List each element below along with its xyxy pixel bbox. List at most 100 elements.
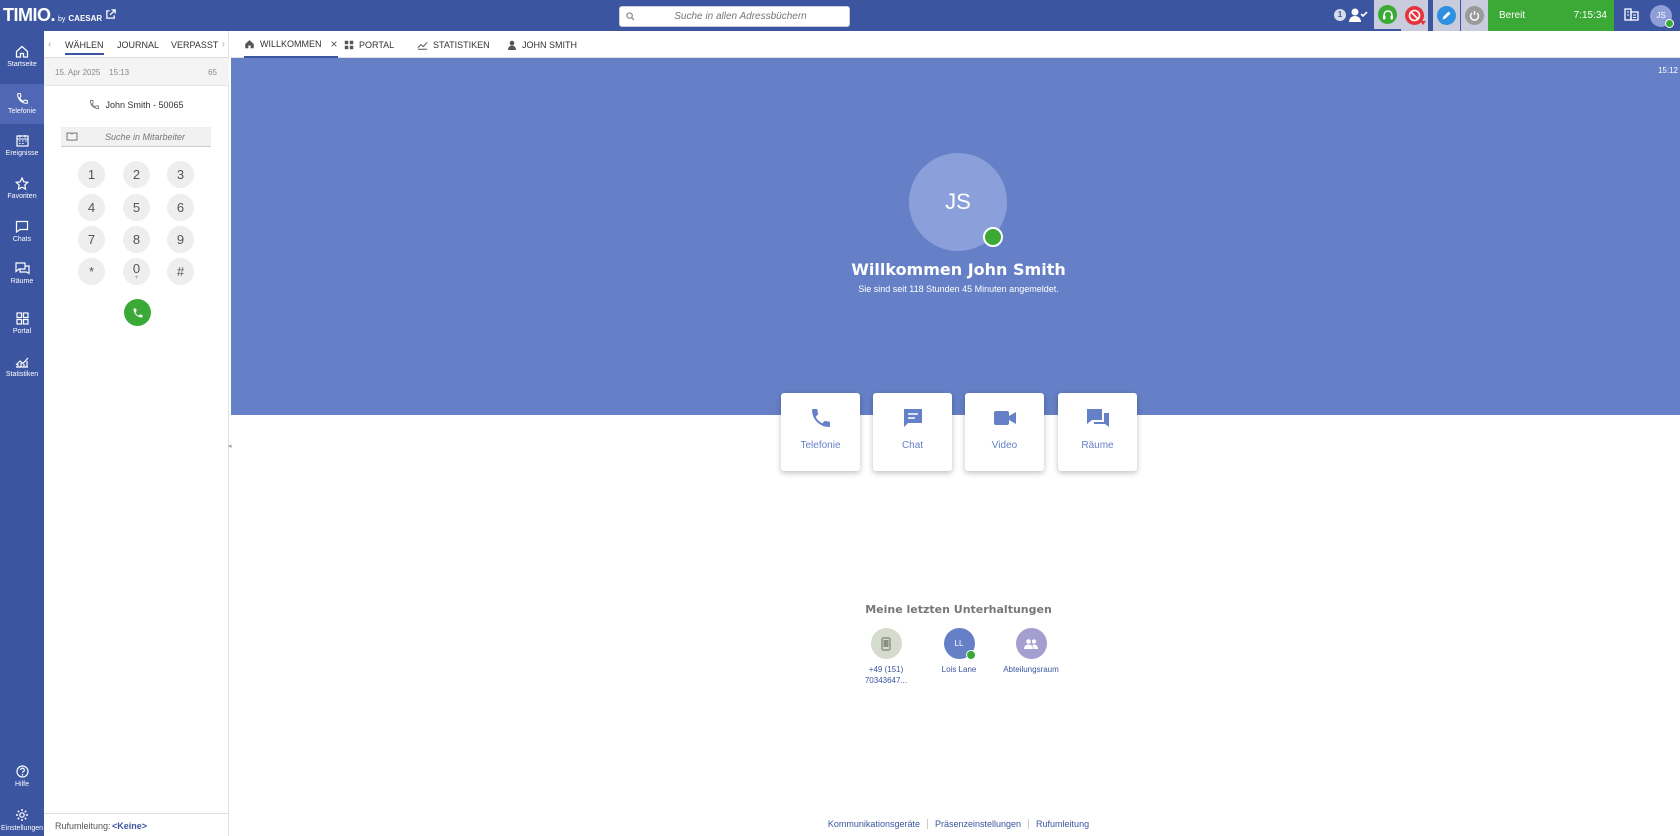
recent-conversation-item[interactable]: LL Lois Lane bbox=[928, 628, 990, 675]
key-1[interactable]: 1 bbox=[78, 161, 105, 188]
nav-label: Startseite bbox=[7, 61, 37, 68]
key-label: 9 bbox=[176, 231, 185, 247]
recent-item-label: +49 (151) 70343647... bbox=[864, 665, 908, 685]
nav-item-statistiken[interactable]: Statistiken bbox=[0, 347, 44, 387]
nav-item-favoriten[interactable]: Favoriten bbox=[0, 169, 44, 209]
key-7[interactable]: 7 bbox=[78, 226, 105, 253]
recent-conversation-item[interactable]: Abteilungsraum bbox=[1000, 628, 1062, 675]
phone-icon bbox=[811, 409, 830, 427]
edit-status-button[interactable] bbox=[1433, 0, 1460, 31]
tab-willkommen[interactable]: WILLKOMMEN × bbox=[244, 31, 338, 58]
welcome-avatar: JS bbox=[909, 153, 1007, 251]
app-logo[interactable]: TIMIO. by CAESAR bbox=[3, 5, 102, 26]
key-label: * bbox=[88, 263, 95, 279]
nav-item-raeume[interactable]: Räume bbox=[0, 254, 44, 294]
key-8[interactable]: 8 bbox=[123, 226, 150, 253]
call-button[interactable] bbox=[124, 299, 151, 326]
link-praesenzeinstellungen[interactable]: Präsenzeinstellungen bbox=[928, 819, 1028, 829]
key-2[interactable]: 2 bbox=[123, 161, 150, 188]
nav-item-portal[interactable]: Portal bbox=[0, 304, 44, 344]
user-avatar[interactable]: JS bbox=[1650, 5, 1674, 28]
nav-item-ereignisse[interactable]: Ereignisse bbox=[0, 126, 44, 166]
tile-label: Video bbox=[991, 440, 1018, 451]
nav-label: Statistiken bbox=[5, 371, 39, 378]
pencil-icon bbox=[1437, 6, 1456, 25]
dial-panel: ‹ WÄHLEN JOURNAL VERPASST › 15. Apr 2025… bbox=[44, 31, 229, 836]
key-6[interactable]: 6 bbox=[167, 194, 194, 221]
key-5[interactable]: 5 bbox=[123, 194, 150, 221]
status-label: Bereit bbox=[1499, 10, 1526, 21]
close-icon[interactable]: × bbox=[331, 37, 338, 51]
headset-button[interactable] bbox=[1374, 0, 1401, 31]
key-label: 7 bbox=[87, 231, 96, 247]
dropdown-arrow-icon[interactable] bbox=[1420, 21, 1426, 25]
welcome-title: Willkommen John Smith bbox=[851, 260, 1066, 279]
do-not-disturb-button[interactable] bbox=[1401, 0, 1428, 31]
key-label: 0 bbox=[132, 260, 141, 276]
key-9[interactable]: 9 bbox=[167, 226, 194, 253]
global-search-input[interactable] bbox=[638, 7, 843, 26]
presence-count-badge: 1 bbox=[1334, 9, 1346, 21]
nav-item-hilfe[interactable]: Hilfe bbox=[0, 757, 44, 797]
online-status-dot bbox=[1665, 19, 1674, 28]
tab-portal[interactable]: PORTAL bbox=[344, 31, 394, 58]
rooms-icon bbox=[1086, 409, 1109, 427]
tab-john-smith[interactable]: JOHN SMITH bbox=[507, 31, 577, 58]
call-forwarding-label: Rufumleitung: bbox=[55, 821, 111, 831]
nav-item-startseite[interactable]: Startseite bbox=[0, 37, 44, 77]
chart-icon bbox=[15, 357, 29, 368]
key-4[interactable]: 4 bbox=[78, 194, 105, 221]
nav-label: Ereignisse bbox=[5, 150, 39, 157]
own-line[interactable]: John Smith - 50065 bbox=[44, 99, 229, 110]
quick-telefonie-button[interactable]: Telefonie bbox=[781, 393, 860, 471]
directory-icon[interactable] bbox=[1624, 8, 1639, 21]
key-star[interactable]: * bbox=[78, 258, 105, 285]
external-link-icon[interactable] bbox=[105, 9, 116, 20]
avatar-initials: JS bbox=[1656, 11, 1666, 20]
employee-search-input[interactable] bbox=[81, 127, 209, 147]
tile-label: Telefonie bbox=[800, 440, 841, 451]
global-search[interactable] bbox=[619, 6, 850, 27]
recent-avatar: LL bbox=[943, 628, 976, 660]
collapse-panel-icon[interactable]: ◂ bbox=[228, 442, 234, 452]
avatar-initials: LL bbox=[954, 639, 964, 648]
chevron-left-icon[interactable]: ‹ bbox=[48, 39, 51, 50]
quick-chat-button[interactable]: Chat bbox=[873, 393, 952, 471]
group-icon bbox=[1015, 628, 1047, 659]
star-icon bbox=[15, 177, 29, 190]
nav-label: Portal bbox=[12, 328, 32, 335]
availability-status[interactable]: Bereit 7:15:34 bbox=[1488, 0, 1614, 31]
rooms-icon bbox=[14, 262, 30, 275]
tab-verpasst[interactable]: VERPASST bbox=[171, 40, 218, 50]
call-forwarding-value[interactable]: <Keine> bbox=[112, 821, 147, 831]
login-duration: Sie sind seit 118 Stunden 45 Minuten ang… bbox=[858, 284, 1059, 294]
key-label: 2 bbox=[132, 166, 141, 182]
link-rufumleitung[interactable]: Rufumleitung bbox=[1029, 819, 1096, 829]
key-label: 4 bbox=[87, 199, 96, 215]
employee-search[interactable] bbox=[61, 127, 211, 147]
recent-conversation-item[interactable]: +49 (151) 70343647... bbox=[855, 628, 917, 686]
search-icon bbox=[626, 12, 635, 21]
quick-raeume-button[interactable]: Räume bbox=[1058, 393, 1137, 471]
tab-statistiken[interactable]: STATISTIKEN bbox=[417, 31, 490, 58]
chart-icon bbox=[417, 41, 428, 50]
key-3[interactable]: 3 bbox=[167, 161, 194, 188]
link-kommunikationsgeraete[interactable]: Kommunikationsgeräte bbox=[821, 819, 927, 829]
nav-label: Einstellungen bbox=[0, 824, 44, 832]
chevron-right-icon[interactable]: › bbox=[222, 39, 225, 50]
key-hash[interactable]: # bbox=[167, 258, 194, 285]
nav-label: Räume bbox=[10, 278, 34, 285]
home-icon bbox=[245, 39, 254, 48]
tab-waehlen[interactable]: WÄHLEN bbox=[65, 40, 104, 55]
tab-journal[interactable]: JOURNAL bbox=[117, 40, 159, 50]
avatar-initials: JS bbox=[945, 189, 971, 214]
nav-item-telefonie[interactable]: Telefonie bbox=[0, 84, 44, 124]
key-0[interactable]: 0 + bbox=[123, 258, 150, 285]
dial-date: 15. Apr 2025 bbox=[55, 68, 101, 77]
nav-item-einstellungen[interactable]: Einstellungen bbox=[0, 800, 44, 836]
user-check-icon[interactable] bbox=[1348, 6, 1368, 24]
quick-video-button[interactable]: Video bbox=[965, 393, 1044, 471]
home-icon bbox=[15, 45, 29, 58]
power-button[interactable] bbox=[1461, 0, 1488, 31]
nav-item-chats[interactable]: Chats bbox=[0, 212, 44, 252]
